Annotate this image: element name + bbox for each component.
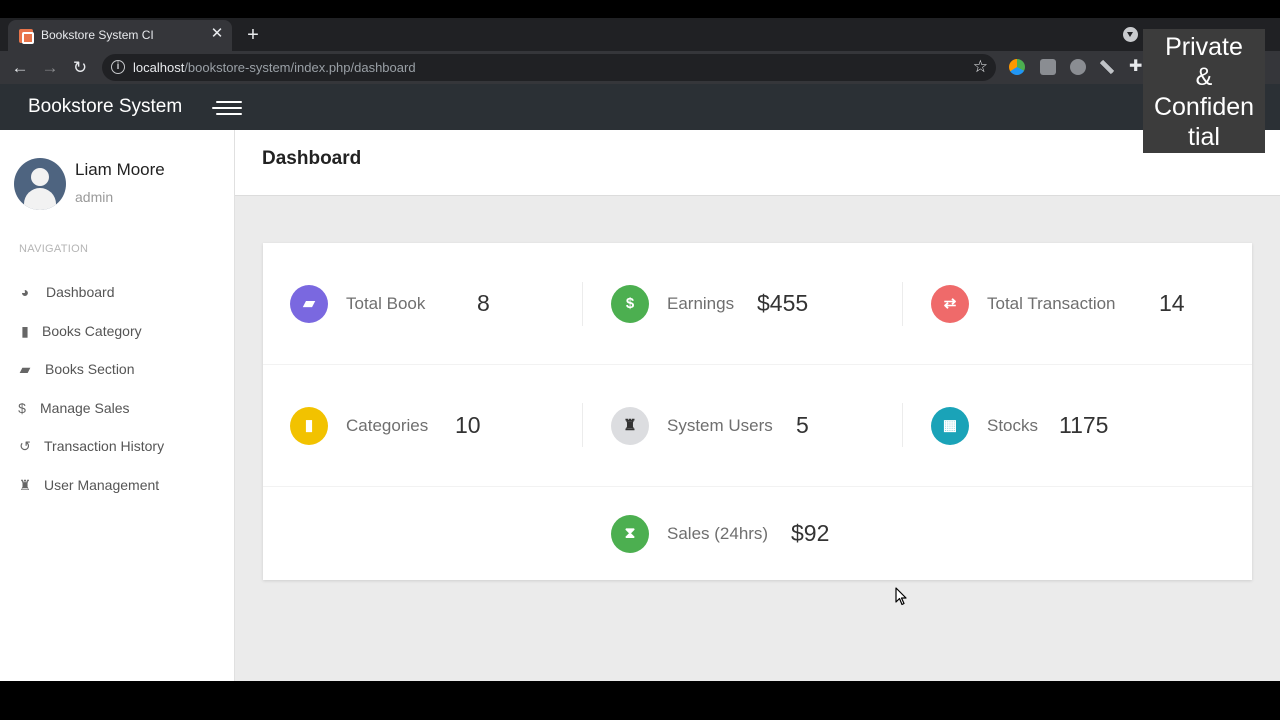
browser-tab-bar: Bookstore System CI ✕ + <box>0 18 1280 51</box>
divider <box>902 403 903 447</box>
reload-icon[interactable]: ↻ <box>68 56 92 80</box>
back-icon[interactable]: ← <box>8 56 32 80</box>
dollar-icon: $ <box>611 285 649 323</box>
sidebar-item-books-section[interactable]: ▰ Books Section <box>0 352 234 386</box>
stat-value: 14 <box>1159 290 1185 316</box>
brand-title[interactable]: Bookstore System <box>28 96 182 118</box>
divider <box>263 486 1252 487</box>
menu-toggle-icon[interactable] <box>212 100 246 116</box>
sidebar-item-transaction-history[interactable]: ↺ Transaction History <box>0 429 234 463</box>
sidebar-item-label: Books Category <box>42 323 142 339</box>
browser-toolbar: ← → ↻ i localhost/bookstore-system/index… <box>0 51 1280 84</box>
divider <box>582 403 583 447</box>
sidebar-item-books-category[interactable]: ▮ Books Category <box>0 314 234 348</box>
tachometer-icon: ◕ <box>20 284 30 300</box>
url-text: localhost/bookstore-system/index.php/das… <box>133 60 416 75</box>
bookmark-star-icon[interactable]: ☆ <box>973 57 988 77</box>
sidebar-item-label: Manage Sales <box>40 400 130 416</box>
book-icon: ▰ <box>19 361 31 377</box>
sidebar-item-manage-sales[interactable]: $ Manage Sales <box>0 391 234 425</box>
bookmark-icon: ▮ <box>290 407 328 445</box>
avatar <box>14 158 66 210</box>
stat-label: Sales (24hrs) <box>667 524 769 543</box>
page-header: Dashboard <box>235 130 1280 196</box>
page-title: Dashboard <box>262 148 362 169</box>
history-icon: ↺ <box>19 438 31 454</box>
sidebar-item-label: Dashboard <box>46 284 115 300</box>
th-large-icon: ▦ <box>931 407 969 445</box>
user-name: Liam Moore <box>75 160 165 179</box>
sidebar-item-dashboard[interactable]: ◕ Dashboard <box>0 275 234 309</box>
screen: Bookstore System CI ✕ + ← → ↻ i localhos… <box>0 0 1280 720</box>
sidebar-item-user-management[interactable]: ♜ User Management <box>0 468 234 502</box>
divider <box>263 364 1252 365</box>
bookmark-icon: ▮ <box>21 323 29 339</box>
stat-label: System Users <box>667 416 773 435</box>
stat-label: Earnings <box>667 294 735 313</box>
address-bar[interactable]: i localhost/bookstore-system/index.php/d… <box>102 54 996 81</box>
bottom-bar <box>0 681 1280 720</box>
stat-value: $455 <box>757 290 809 316</box>
hourglass-icon: ⧗ <box>611 515 649 553</box>
sidebar-item-label: Books Section <box>45 361 135 377</box>
stat-value: 10 <box>455 412 481 438</box>
stat-value: $92 <box>791 520 830 546</box>
sidebar-item-label: Transaction History <box>44 438 165 454</box>
divider <box>902 282 903 326</box>
sidebar: Liam Moore admin NAVIGATION ◕ Dashboard … <box>0 130 235 681</box>
stats-panel: ▰ Total Book 8 $ Earnings $455 ⇄ Total T… <box>263 243 1252 580</box>
forward-icon[interactable]: → <box>38 56 62 80</box>
tab-search-icon[interactable] <box>1123 27 1138 42</box>
user-role: admin <box>75 189 114 205</box>
close-tab-icon[interactable]: ✕ <box>208 25 226 43</box>
confidential-watermark: Private & Confiden tial <box>1143 29 1265 153</box>
pen-extension-icon[interactable] <box>1099 59 1115 75</box>
stat-label: Stocks <box>987 416 1039 435</box>
stat-value: 1175 <box>1059 412 1109 438</box>
user-secret-icon: ♜ <box>18 477 32 493</box>
stat-value: 8 <box>477 290 490 316</box>
app-header: Bookstore System <box>0 84 1280 130</box>
favicon-icon <box>19 29 34 44</box>
stat-value: 5 <box>796 412 809 438</box>
camera-extension-icon[interactable] <box>1040 59 1056 75</box>
info-icon[interactable]: i <box>111 60 125 74</box>
dollar-icon: $ <box>18 400 26 416</box>
stat-label: Categories <box>346 416 429 435</box>
stat-label: Total Transaction <box>987 294 1116 313</box>
nav-heading: NAVIGATION <box>19 243 89 255</box>
stat-label: Total Book <box>346 294 426 313</box>
user-secret-icon: ♜ <box>611 407 649 445</box>
exchange-icon: ⇄ <box>931 285 969 323</box>
browser-tab[interactable]: Bookstore System CI ✕ <box>8 20 232 51</box>
divider <box>582 282 583 326</box>
extension-icon[interactable] <box>1009 59 1025 75</box>
book-icon: ▰ <box>290 285 328 323</box>
new-tab-button[interactable]: + <box>242 24 264 46</box>
sidebar-item-label: User Management <box>44 477 160 493</box>
extension-icon[interactable] <box>1070 59 1086 75</box>
tab-title: Bookstore System CI <box>41 28 154 42</box>
